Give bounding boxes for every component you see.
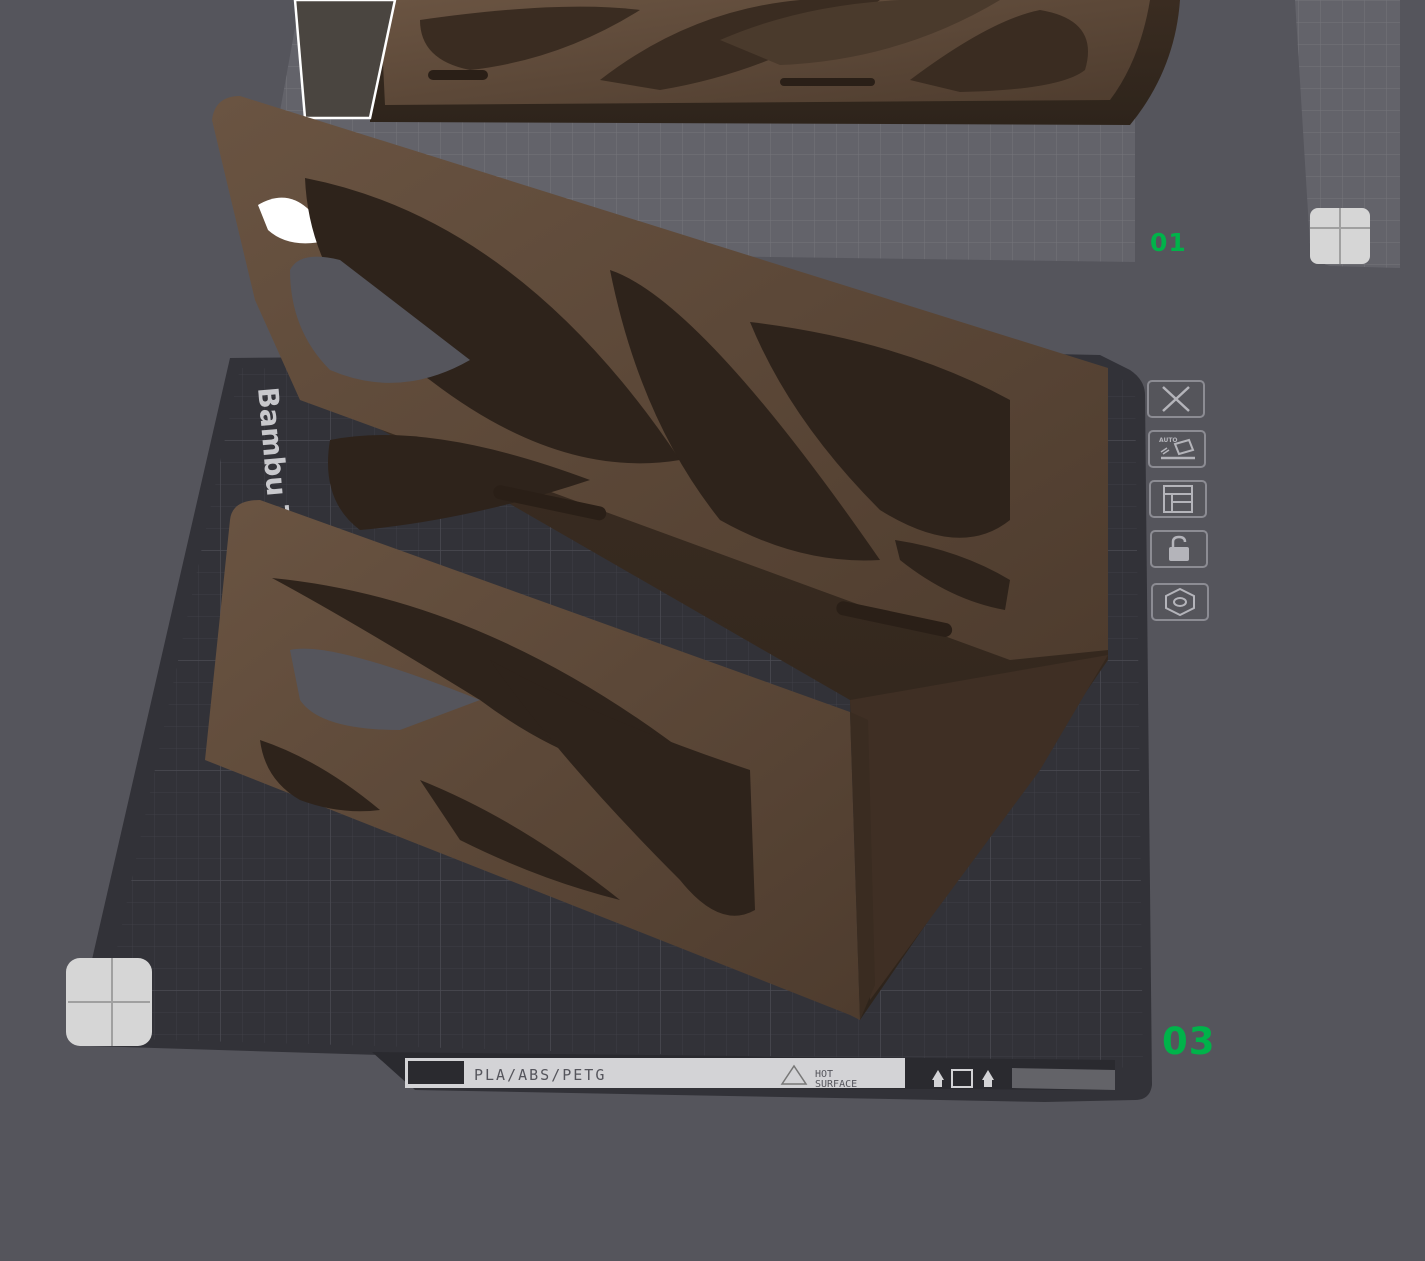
arrange-button[interactable] xyxy=(1149,480,1207,518)
material-label: PLA/ABS/PETG xyxy=(474,1066,606,1084)
warning-label-line2: SURFACE xyxy=(815,1079,857,1090)
plate-number-03[interactable]: 03 xyxy=(1162,1020,1216,1063)
lock-icon xyxy=(1169,535,1189,561)
3d-viewport[interactable]: Bambu Textured PEI Plate PLA/ABS/PETG HO… xyxy=(0,0,1425,1261)
plate-02[interactable] xyxy=(1295,0,1400,268)
plate-01-model[interactable] xyxy=(370,0,1180,125)
plate-settings-button[interactable] xyxy=(1151,583,1209,621)
viewport-scene[interactable]: Bambu Textured PEI Plate PLA/ABS/PETG HO… xyxy=(0,0,1425,1261)
arrange-icon xyxy=(1163,485,1193,513)
delete-plate-button[interactable] xyxy=(1147,380,1205,418)
lock-plate-button[interactable] xyxy=(1150,530,1208,568)
close-icon xyxy=(1162,386,1190,412)
plate-toolbar: AUTO xyxy=(1147,380,1213,630)
auto-orient-icon: AUTO xyxy=(1159,437,1195,460)
hexagon-settings-icon xyxy=(1165,587,1195,617)
auto-orient-label: AUTO xyxy=(1159,437,1178,444)
auto-orient-button[interactable]: AUTO xyxy=(1148,430,1206,468)
plate-number-01[interactable]: 01 xyxy=(1150,228,1187,257)
